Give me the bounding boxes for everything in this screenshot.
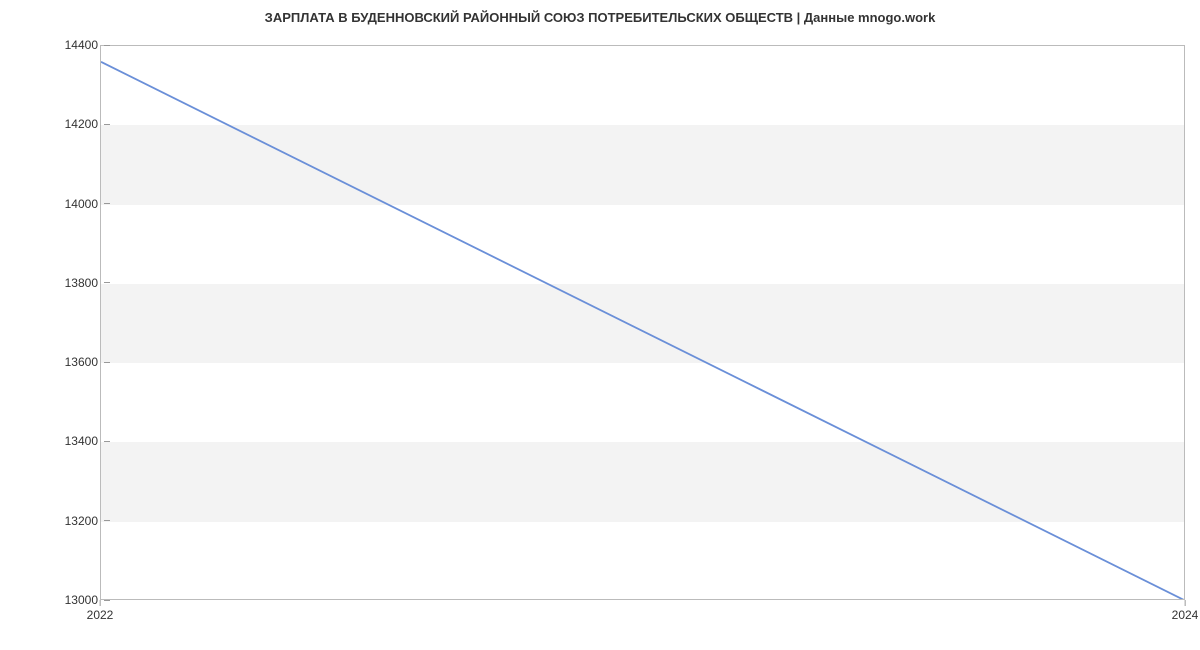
x-tick-mark	[99, 600, 100, 606]
y-tick-label: 14400	[65, 38, 98, 52]
y-tick-label: 13200	[65, 514, 98, 528]
chart-container	[100, 45, 1185, 600]
y-tick-mark	[104, 362, 110, 363]
y-tick-label: 13400	[65, 434, 98, 448]
y-tick: 13800	[65, 276, 110, 290]
y-tick: 13400	[65, 434, 110, 448]
y-tick-label: 14200	[65, 117, 98, 131]
x-tick: 2024	[1172, 600, 1199, 622]
y-tick-mark	[104, 282, 110, 283]
y-tick: 14400	[65, 38, 110, 52]
y-tick-label: 13600	[65, 355, 98, 369]
x-tick-label: 2022	[87, 608, 114, 622]
y-tick: 14200	[65, 117, 110, 131]
y-tick-mark	[104, 203, 110, 204]
x-tick-mark	[1184, 600, 1185, 606]
y-tick-label: 13800	[65, 276, 98, 290]
y-tick: 13200	[65, 514, 110, 528]
y-tick-mark	[104, 520, 110, 521]
x-tick: 2022	[87, 600, 114, 622]
chart-line	[101, 46, 1185, 600]
x-tick-label: 2024	[1172, 608, 1199, 622]
plot-area	[100, 45, 1185, 600]
y-tick: 14000	[65, 197, 110, 211]
y-tick: 13600	[65, 355, 110, 369]
y-tick-mark	[104, 124, 110, 125]
y-tick-label: 14000	[65, 197, 98, 211]
chart-title: ЗАРПЛАТА В БУДЕННОВСКИЙ РАЙОННЫЙ СОЮЗ ПО…	[0, 10, 1200, 25]
y-tick-mark	[104, 441, 110, 442]
y-tick-mark	[104, 45, 110, 46]
